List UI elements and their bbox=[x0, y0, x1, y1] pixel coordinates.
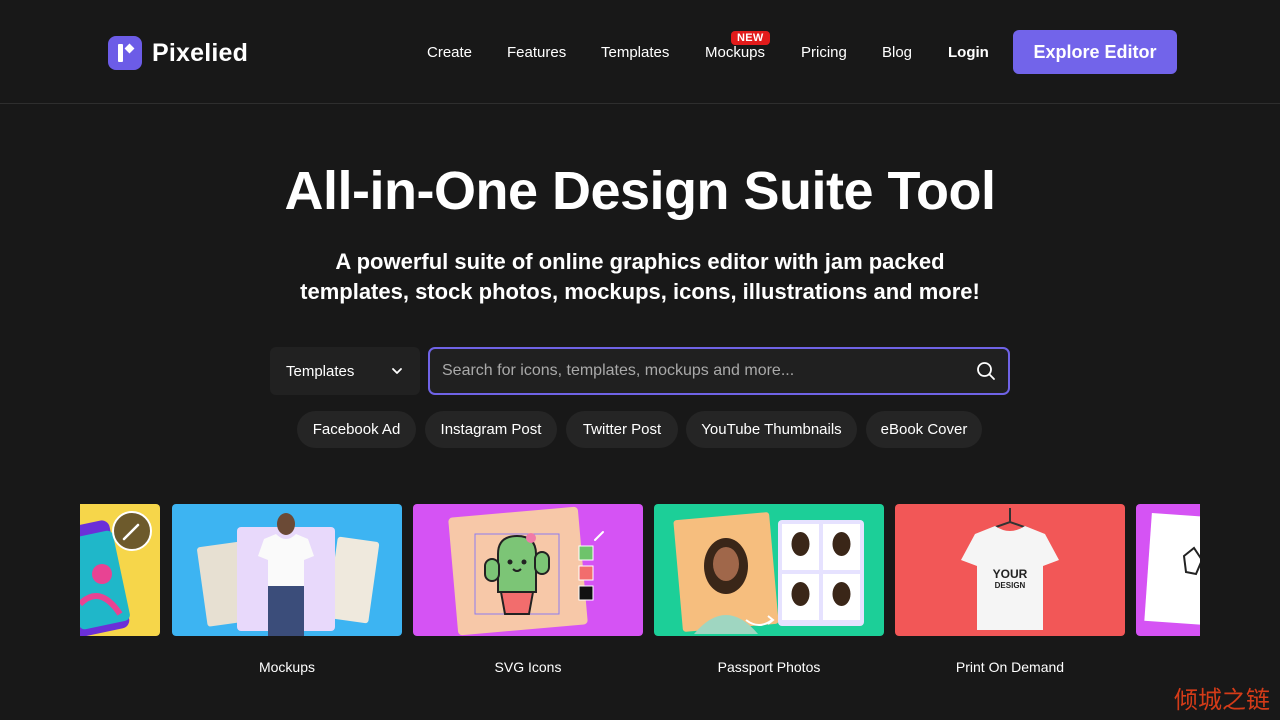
card-label-illustrator[interactable]: rator bbox=[80, 659, 160, 675]
nav-blog[interactable]: Blog bbox=[882, 44, 912, 61]
search-input[interactable] bbox=[442, 362, 976, 380]
card-label-mockups[interactable]: Mockups bbox=[172, 659, 402, 675]
card-label-passport-photos[interactable]: Passport Photos bbox=[654, 659, 884, 675]
page-title: All-in-One Design Suite Tool bbox=[284, 161, 997, 221]
watermark-text: 倾城之链 bbox=[1174, 686, 1270, 714]
search-bar bbox=[428, 347, 1010, 395]
hero-subtitle-line-2: templates, stock photos, mockups, icons,… bbox=[300, 279, 980, 304]
mockups-thumbnail bbox=[197, 513, 380, 636]
tshirt-text-line-2: DESIGN bbox=[995, 581, 1026, 590]
svg-icons-thumbnail bbox=[448, 506, 604, 636]
card-label-print-on-demand[interactable]: Print On Demand bbox=[895, 659, 1125, 675]
card-print-on-demand-image[interactable]: YOUR DESIGN bbox=[895, 504, 1125, 636]
new-badge: NEW bbox=[731, 31, 770, 45]
nav-login[interactable]: Login bbox=[948, 44, 989, 61]
nav-mockups[interactable]: Mockups bbox=[705, 44, 765, 61]
illustration-thumbnail bbox=[80, 511, 152, 636]
print-on-demand-thumbnail: YOUR DESIGN bbox=[961, 508, 1059, 630]
card-svg-icons-image[interactable] bbox=[413, 504, 643, 636]
chevron-down-icon bbox=[392, 368, 402, 374]
nav-create[interactable]: Create bbox=[427, 44, 472, 61]
category-select[interactable]: Templates bbox=[270, 347, 420, 395]
hero-subtitle-line-1: A powerful suite of online graphics edit… bbox=[335, 249, 945, 274]
brand-logo[interactable]: Pixelied bbox=[108, 36, 248, 70]
category-select-value: Templates bbox=[286, 362, 355, 380]
tshirt-text-line-1: YOUR bbox=[993, 567, 1028, 581]
nav-features[interactable]: Features bbox=[507, 44, 566, 61]
card-passport-photos-image[interactable] bbox=[654, 504, 884, 636]
feature-carousel: rator Mockups SVG Icons bbox=[80, 504, 1200, 694]
card-mockups-image[interactable] bbox=[172, 504, 402, 636]
chip-twitter-post[interactable]: Twitter Post bbox=[566, 411, 678, 448]
card-label-svg-icons[interactable]: SVG Icons bbox=[413, 659, 643, 675]
passport-photos-thumbnail bbox=[673, 512, 864, 634]
chip-ebook-cover[interactable]: eBook Cover bbox=[866, 411, 982, 448]
next-card-thumbnail bbox=[1144, 512, 1200, 628]
search-icon[interactable] bbox=[976, 361, 996, 381]
card-illustrator-image[interactable] bbox=[80, 504, 160, 636]
nav-templates[interactable]: Templates bbox=[601, 44, 669, 61]
chip-instagram-post[interactable]: Instagram Post bbox=[425, 411, 557, 448]
explore-editor-button[interactable]: Explore Editor bbox=[1013, 30, 1177, 74]
chip-youtube-thumbnails[interactable]: YouTube Thumbnails bbox=[686, 411, 857, 448]
nav-pricing[interactable]: Pricing bbox=[801, 44, 847, 61]
hero-subtitle: A powerful suite of online graphics edit… bbox=[290, 247, 990, 307]
site-header: Pixelied Create Features Templates Mocku… bbox=[0, 0, 1280, 104]
card-next-image[interactable] bbox=[1136, 504, 1200, 636]
pixelied-logo-icon bbox=[108, 36, 142, 70]
brand-name: Pixelied bbox=[152, 38, 249, 67]
chip-facebook-ad[interactable]: Facebook Ad bbox=[297, 411, 416, 448]
